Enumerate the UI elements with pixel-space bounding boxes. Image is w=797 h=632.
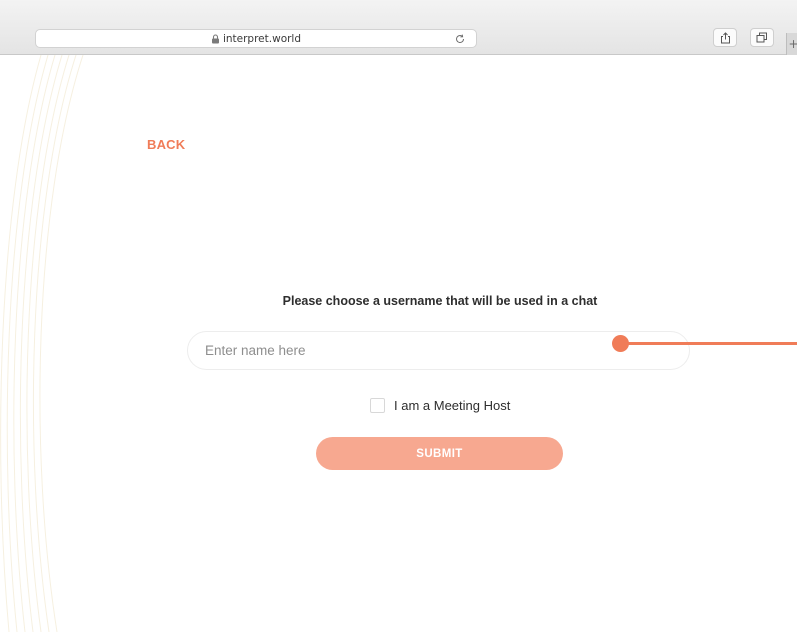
meeting-host-option[interactable]: I am a Meeting Host — [370, 396, 510, 414]
back-link[interactable]: BACK — [147, 137, 185, 152]
new-tab-button[interactable]: + — [786, 33, 797, 55]
decorative-arcs — [0, 55, 84, 632]
url-text: interpret.world — [222, 32, 302, 45]
address-bar[interactable]: interpret.world — [35, 29, 477, 48]
submit-button[interactable]: SUBMIT — [316, 437, 563, 470]
annotation-marker — [612, 335, 629, 352]
browser-window: interpret.world + BACK Please choose a u… — [0, 0, 797, 632]
reload-icon[interactable] — [454, 33, 466, 45]
share-icon — [720, 31, 730, 43]
url-display[interactable]: interpret.world — [36, 30, 476, 47]
annotation-line — [620, 342, 797, 345]
tabs-icon — [756, 32, 767, 43]
username-prompt: Please choose a username that will be us… — [282, 294, 598, 308]
share-button[interactable] — [713, 28, 737, 47]
tabs-button[interactable] — [750, 28, 774, 47]
meeting-host-checkbox[interactable] — [370, 397, 385, 413]
lock-icon — [211, 33, 219, 43]
plus-icon: + — [788, 37, 797, 51]
browser-toolbar: interpret.world + — [0, 0, 797, 55]
meeting-host-label: I am a Meeting Host — [394, 397, 511, 413]
